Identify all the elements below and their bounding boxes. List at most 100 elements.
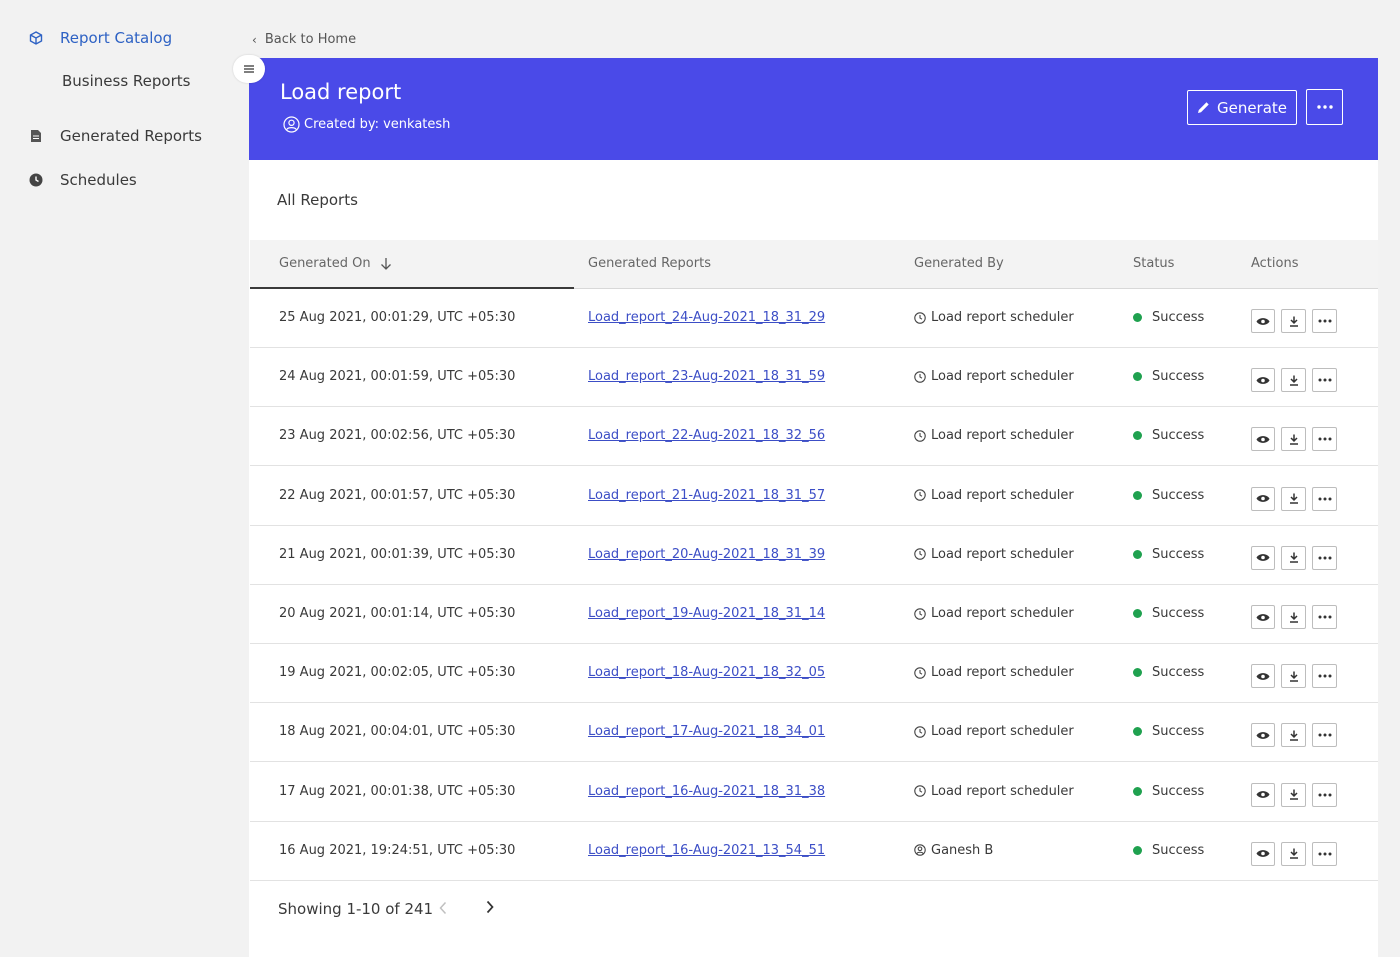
download-button[interactable] (1281, 368, 1306, 393)
generated-by-cell: Load report scheduler (914, 488, 1074, 503)
report-link[interactable]: Load_report_18-Aug-2021_18_32_05 (588, 665, 825, 680)
chevron-right-icon (486, 900, 494, 914)
row-actions (1251, 368, 1343, 393)
report-link[interactable]: Load_report_17-Aug-2021_18_34_01 (588, 724, 825, 739)
table-row: 16 Aug 2021, 19:24:51, UTC +05:30 Load_re… (250, 822, 1378, 881)
chevron-left-icon: ‹ (252, 32, 257, 47)
download-icon (1289, 848, 1298, 860)
row-more-button[interactable] (1312, 368, 1337, 393)
user-circle-icon (283, 116, 300, 133)
view-button[interactable] (1251, 309, 1275, 333)
status-badge: Success (1133, 724, 1204, 739)
sidebar-item-generated-reports[interactable]: Generated Reports (28, 127, 202, 145)
clock-icon (914, 370, 926, 383)
download-button[interactable] (1281, 486, 1306, 511)
row-more-button[interactable] (1312, 723, 1337, 748)
view-button[interactable] (1251, 486, 1275, 511)
generate-button[interactable]: Generate (1187, 90, 1297, 125)
row-more-button[interactable] (1312, 545, 1337, 570)
sidebar-item-business-reports[interactable]: Business Reports (62, 72, 190, 90)
download-button[interactable] (1281, 545, 1306, 570)
column-header-generated-by: Generated By (914, 256, 1004, 271)
table-row: 25 Aug 2021, 00:01:29, UTC +05:30 Load_re… (250, 289, 1378, 348)
generated-on-cell: 22 Aug 2021, 00:01:57, UTC +05:30 (279, 487, 516, 503)
sidebar-item-schedules[interactable]: Schedules (28, 171, 137, 189)
more-options-button[interactable] (1306, 89, 1343, 125)
download-icon (1289, 493, 1298, 504)
generated-by-cell: Load report scheduler (914, 665, 1074, 680)
download-button[interactable] (1281, 309, 1306, 333)
view-button[interactable] (1251, 841, 1275, 866)
status-dot (1133, 727, 1142, 737)
report-link[interactable]: Load_report_16-Aug-2021_18_31_38 (588, 784, 825, 799)
clock-icon (914, 666, 926, 679)
table-header: Generated On Generated Reports Generated… (250, 240, 1378, 289)
generated-on-cell: 23 Aug 2021, 00:02:56, UTC +05:30 (279, 428, 516, 444)
download-icon (1289, 789, 1298, 800)
view-button[interactable] (1251, 605, 1275, 629)
clock-icon (914, 311, 926, 324)
row-more-button[interactable] (1312, 664, 1337, 689)
row-more-button[interactable] (1312, 427, 1337, 452)
download-button[interactable] (1281, 841, 1306, 866)
generated-on-cell: 17 Aug 2021, 00:01:38, UTC +05:30 (279, 783, 516, 799)
ellipsis-icon (1318, 852, 1331, 856)
status-dot (1133, 845, 1142, 855)
table-row: 24 Aug 2021, 00:01:59, UTC +05:30 Load_re… (250, 348, 1378, 408)
back-to-home-link[interactable]: ‹ Back to Home (252, 32, 356, 47)
download-icon (1289, 612, 1298, 623)
generated-on-cell: 16 Aug 2021, 19:24:51, UTC +05:30 (279, 842, 516, 858)
view-button[interactable] (1251, 664, 1275, 689)
download-button[interactable] (1281, 427, 1306, 452)
view-button[interactable] (1251, 723, 1275, 748)
ellipsis-icon (1318, 793, 1331, 797)
card-title: All Reports (277, 191, 358, 209)
column-header-status: Status (1133, 256, 1175, 271)
report-link[interactable]: Load_report_21-Aug-2021_18_31_57 (588, 488, 825, 503)
view-button[interactable] (1251, 545, 1275, 570)
eye-icon (1256, 554, 1270, 562)
page-title: Load report (280, 80, 402, 104)
row-more-button[interactable] (1312, 782, 1337, 807)
document-icon (28, 128, 44, 144)
generated-by-cell: Load report scheduler (914, 606, 1074, 621)
table-row: 18 Aug 2021, 00:04:01, UTC +05:30 Load_re… (250, 703, 1378, 763)
column-header-generated-reports: Generated Reports (588, 256, 711, 271)
menu-icon (244, 65, 254, 73)
report-link[interactable]: Load_report_22-Aug-2021_18_32_56 (588, 428, 825, 443)
row-actions (1251, 723, 1343, 748)
column-header-generated-on[interactable]: Generated On (279, 256, 392, 271)
download-button[interactable] (1281, 664, 1306, 689)
view-button[interactable] (1251, 782, 1275, 807)
sidebar-item-report-catalog[interactable]: Report Catalog (28, 29, 172, 47)
report-link[interactable]: Load_report_16-Aug-2021_13_54_51 (588, 843, 825, 858)
view-button[interactable] (1251, 368, 1275, 393)
row-more-button[interactable] (1312, 605, 1337, 629)
row-more-button[interactable] (1312, 309, 1337, 333)
previous-page-button[interactable] (439, 901, 447, 919)
view-button[interactable] (1251, 427, 1275, 452)
download-button[interactable] (1281, 782, 1306, 807)
report-link[interactable]: Load_report_19-Aug-2021_18_31_14 (588, 606, 825, 621)
download-button[interactable] (1281, 605, 1306, 629)
sidebar-collapse-button[interactable] (233, 55, 265, 83)
pagination-summary: Showing 1-10 of 241 (278, 900, 434, 918)
eye-icon (1256, 495, 1270, 502)
status-dot (1133, 313, 1142, 322)
report-link[interactable]: Load_report_24-Aug-2021_18_31_29 (588, 310, 825, 325)
download-icon (1289, 375, 1298, 386)
row-more-button[interactable] (1312, 841, 1337, 866)
report-link[interactable]: Load_report_20-Aug-2021_18_31_39 (588, 547, 825, 562)
chevron-left-icon (439, 901, 447, 915)
generated-on-cell: 24 Aug 2021, 00:01:59, UTC +05:30 (279, 369, 516, 385)
status-dot (1133, 372, 1142, 382)
table-row: 21 Aug 2021, 00:01:39, UTC +05:30 Load_re… (250, 526, 1378, 585)
next-page-button[interactable] (486, 900, 494, 918)
row-more-button[interactable] (1312, 486, 1337, 511)
download-button[interactable] (1281, 723, 1306, 748)
row-actions (1251, 605, 1343, 629)
row-actions (1251, 841, 1343, 866)
created-by: Created by: venkatesh (283, 116, 450, 133)
eye-icon (1256, 791, 1270, 798)
report-link[interactable]: Load_report_23-Aug-2021_18_31_59 (588, 369, 825, 384)
